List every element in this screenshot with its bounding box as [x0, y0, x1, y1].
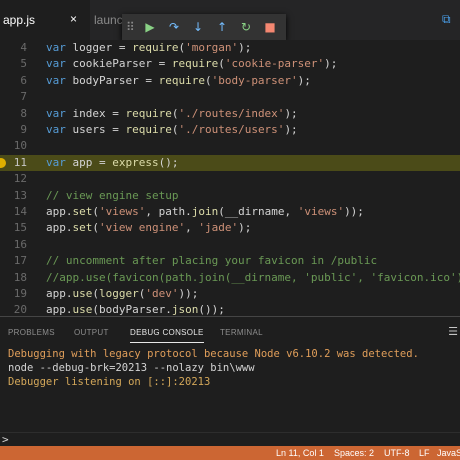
current-line[interactable]: 11 var app = express(); — [0, 154, 460, 171]
tab-output[interactable]: OUTPUT — [74, 328, 109, 337]
line-number: 17 — [13, 254, 27, 268]
line-number: 19 — [13, 287, 27, 300]
step-into-icon[interactable]: ↓ — [186, 17, 210, 37]
code-line[interactable]: 5 var cookieParser = require('cookie-pars… — [0, 56, 460, 72]
code-text: var app = express(); — [46, 155, 179, 169]
code-text: var users = require('./routes/users'); — [46, 123, 298, 136]
code-line[interactable]: 13 // view engine setup — [0, 188, 460, 204]
line-number: 14 — [13, 205, 27, 218]
repl-prompt: > — [2, 433, 9, 446]
code-line[interactable]: 16 — [0, 237, 460, 253]
step-over-icon[interactable]: ↷ — [162, 17, 186, 37]
line-number: 8 — [20, 106, 27, 120]
console-line: Debugger listening on [::]:20213 — [8, 376, 211, 388]
language-mode[interactable]: JavaScript — [437, 446, 460, 460]
drag-handle-icon[interactable]: ⠿ — [126, 20, 138, 34]
code-text: //app.use(favicon(path.join(__dirname, '… — [46, 270, 460, 284]
console-line: node --debug-brk=20213 --nolazy bin\www — [8, 362, 255, 374]
step-out-icon[interactable]: ↑ — [210, 17, 234, 37]
code-text: var cookieParser = require('cookie-parse… — [46, 57, 338, 71]
line-number: 15 — [13, 221, 27, 235]
code-text: app.use(bodyParser.json()); — [46, 303, 225, 316]
tab-debug-console[interactable]: DEBUG CONSOLE — [130, 328, 204, 343]
code-line[interactable]: 4 var logger = require('morgan'); — [0, 40, 460, 56]
status-bar: Ln 11, Col 1 Spaces: 2 UTF-8 LF JavaScri… — [0, 446, 460, 460]
code-text: app.use(logger('dev')); — [46, 287, 199, 300]
line-number: 13 — [13, 188, 27, 202]
line-ending[interactable]: LF — [419, 446, 430, 460]
code-editor[interactable]: 4 var logger = require('morgan'); 5 var coo… — [0, 40, 460, 316]
code-text: app.set('view engine', 'jade'); — [46, 221, 252, 235]
debug-repl-input[interactable]: > — [0, 432, 460, 447]
tab-label: app.js — [3, 13, 36, 27]
line-number: 20 — [13, 303, 27, 316]
stop-icon[interactable]: ■ — [258, 17, 282, 37]
tab-app-js[interactable]: app.js × — [0, 0, 90, 40]
line-number: 4 — [20, 41, 27, 54]
indentation[interactable]: Spaces: 2 — [334, 446, 374, 460]
panel-menu-icon[interactable]: ☰ — [448, 325, 458, 338]
code-text: var bodyParser = require('body-parser'); — [46, 73, 311, 87]
code-line[interactable]: 20 app.use(bodyParser.json()); — [0, 302, 460, 316]
debug-console-output: Debugging with legacy protocol because N… — [8, 347, 460, 389]
line-number: 9 — [20, 123, 27, 136]
code-line[interactable]: 18 //app.use(favicon(path.join(__dirname,… — [0, 270, 460, 286]
line-number: 7 — [20, 90, 27, 104]
code-text: // view engine setup — [46, 188, 179, 202]
code-line[interactable]: 12 — [0, 171, 460, 187]
code-line[interactable]: 7 — [0, 89, 460, 105]
code-line[interactable]: 17 // uncomment after placing your favico… — [0, 253, 460, 269]
split-editor-icon[interactable]: ⧉ — [442, 12, 456, 26]
code-text: var index = require('./routes/index'); — [46, 106, 298, 120]
restart-icon[interactable]: ↻ — [234, 17, 258, 37]
debug-toolbar: ⠿ ▶ ↷ ↓ ↑ ↻ ■ — [122, 14, 286, 40]
tab-problems[interactable]: PROBLEMS — [8, 328, 55, 337]
continue-icon[interactable]: ▶ — [138, 17, 162, 37]
code-text: var logger = require('morgan'); — [46, 41, 252, 54]
code-line[interactable]: 6 var bodyParser = require('body-parser')… — [0, 73, 460, 89]
line-number: 18 — [13, 270, 27, 284]
line-number: 16 — [13, 237, 27, 251]
line-number: 10 — [13, 139, 27, 153]
code-line[interactable]: 9 var users = require('./routes/users'); — [0, 122, 460, 138]
code-line[interactable]: 14 app.set('views', path.join(__dirname, … — [0, 204, 460, 220]
code-line[interactable]: 8 var index = require('./routes/index'); — [0, 106, 460, 122]
code-line[interactable]: 19 app.use(logger('dev')); — [0, 286, 460, 302]
tab-terminal[interactable]: TERMINAL — [220, 328, 263, 337]
encoding[interactable]: UTF-8 — [384, 446, 410, 460]
code-line[interactable]: 10 — [0, 138, 460, 154]
line-number: 5 — [20, 57, 27, 71]
cursor-position[interactable]: Ln 11, Col 1 — [276, 446, 324, 460]
line-number: 6 — [20, 73, 27, 87]
code-line[interactable]: 15 app.set('view engine', 'jade'); — [0, 220, 460, 236]
close-icon[interactable]: × — [70, 12, 77, 26]
console-line: Debugging with legacy protocol because N… — [8, 348, 419, 360]
line-number: 12 — [13, 172, 27, 186]
line-number: 11 — [13, 155, 27, 169]
code-text: // uncomment after placing your favicon … — [46, 254, 378, 268]
code-text: app.set('views', path.join(__dirname, 'v… — [46, 205, 364, 218]
panel-tab-bar: PROBLEMS OUTPUT DEBUG CONSOLE TERMINAL ☰ — [0, 317, 460, 347]
bottom-panel: PROBLEMS OUTPUT DEBUG CONSOLE TERMINAL ☰… — [0, 316, 460, 433]
